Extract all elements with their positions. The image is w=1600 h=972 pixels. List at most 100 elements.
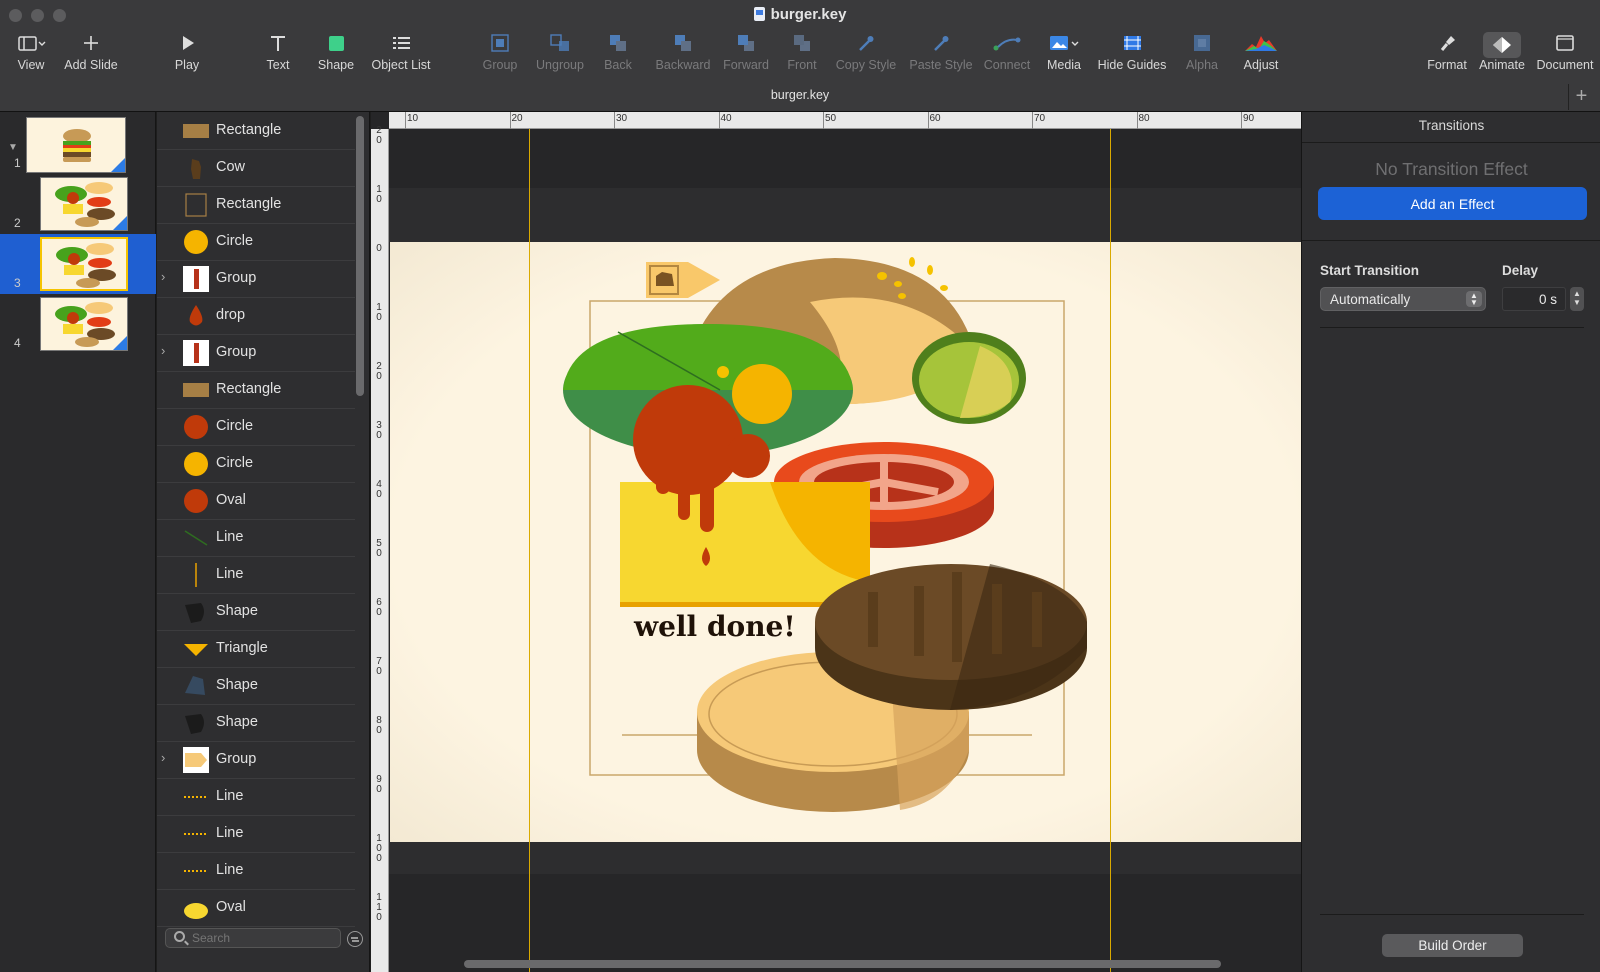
play-button[interactable]: Play [170,32,204,80]
small-yellow-dot[interactable] [717,366,729,378]
object-list-item[interactable]: Circle [157,223,355,261]
document-button[interactable]: Document [1534,32,1596,80]
alignment-guide[interactable] [529,129,530,972]
object-list-item[interactable]: Shape [157,667,355,705]
object-list-item[interactable]: Circle [157,408,355,446]
canvas-margin-bottom [389,842,1301,874]
object-list-item-label: Rectangle [216,122,282,138]
object-list-item[interactable]: Line [157,778,355,816]
object-list-item[interactable]: Cow [157,149,355,187]
object-list-item[interactable]: Oval [157,889,355,927]
chevron-right-icon[interactable]: › [161,343,165,358]
ungroup-label: Ungroup [536,58,584,72]
ungroup-button[interactable]: Ungroup [533,32,587,80]
object-thumbnail-icon [184,903,208,919]
hide-guides-button[interactable]: Hide Guides [1096,32,1168,80]
caption-text[interactable]: well done! [633,610,796,643]
forward-button[interactable]: Forward [720,32,772,80]
object-list-item-label: Triangle [216,640,268,656]
object-list-item[interactable]: Rectangle [157,371,355,409]
burger-patty[interactable] [815,564,1087,710]
object-list-item[interactable]: › Group [157,741,355,779]
object-list-scrollbar[interactable] [356,116,364,396]
slide-canvas[interactable]: 10 20 30 40 50 60 70 80 90 2 0 1 0 0 1 0 2 0 3 0 4 0 5 … [371,112,1301,972]
add-effect-button[interactable]: Add an Effect [1318,187,1587,220]
object-list-item[interactable]: Line [157,556,355,594]
animate-button[interactable]: Animate [1475,32,1529,80]
canvas-horizontal-scrollbar[interactable] [464,960,1221,968]
object-list-label: Object List [371,58,431,72]
backward-button[interactable]: Backward [651,32,715,80]
document-label: Document [1536,58,1594,72]
horizontal-ruler[interactable]: 10 20 30 40 50 60 70 80 90 [389,112,1301,129]
new-tab-plus-icon[interactable]: + [1568,84,1594,110]
paste-style-button[interactable]: Paste Style [905,32,977,80]
slide-preview [40,177,128,231]
slide-thumbnail-3[interactable]: 3 [0,234,156,294]
slide-3[interactable]: well done! [390,242,1301,842]
start-transition-value: Automatically [1330,292,1411,307]
object-list-button[interactable]: Object List [368,32,434,80]
canvas-margin-top [389,188,1301,242]
animate-diamond-icon [1483,32,1521,58]
slide-thumbnail-2[interactable]: 2 [0,174,156,234]
object-list-item[interactable]: Line [157,815,355,853]
object-list-item[interactable]: Shape [157,593,355,631]
object-list-item[interactable]: Oval [157,482,355,520]
object-list-item-label: Circle [216,233,254,249]
ruler-tick [823,112,824,129]
front-button[interactable]: Front [783,32,821,80]
shape-button[interactable]: Shape [315,32,357,80]
text-button[interactable]: Text [262,32,294,80]
copy-style-button[interactable]: Copy Style [832,32,900,80]
build-order-button[interactable]: Build Order [1382,934,1523,957]
alignment-guide[interactable] [1110,129,1111,972]
cow-flag-group[interactable] [646,262,720,298]
delay-stepper[interactable]: ▲ ▼ [1570,287,1584,311]
pickle-slice[interactable] [912,332,1026,424]
ruler-tick-label: 6 0 [376,597,382,618]
inspector-tab-transitions[interactable]: Transitions [1302,118,1600,133]
object-list-item[interactable]: Line [157,519,355,557]
chevron-right-icon[interactable]: › [161,269,165,284]
group-button[interactable]: Group [480,32,520,80]
object-list-item[interactable]: drop [157,297,355,335]
object-thumbnail-icon [184,833,208,835]
media-button[interactable]: Media [1045,32,1083,80]
alpha-label: Alpha [1186,58,1218,72]
slide-thumbnail-4[interactable]: 4 [0,294,156,354]
object-list-item[interactable]: Circle [157,445,355,483]
chevron-right-icon[interactable]: › [161,750,165,765]
ruler-tick-label: 3 0 [376,420,382,441]
object-list-item[interactable]: Shape [157,704,355,742]
object-list-item[interactable]: › Group [157,334,355,372]
alpha-button[interactable]: Alpha [1184,32,1220,80]
start-transition-select[interactable]: Automatically ▲ ▼ [1320,287,1486,311]
eyedropper-icon [832,32,900,58]
connect-button[interactable]: Connect [980,32,1034,80]
object-list-item[interactable]: Rectangle [157,186,355,224]
view-button[interactable]: View [14,32,48,80]
ruler-tick-label: 60 [929,113,941,124]
object-thumbnail-icon [183,266,209,292]
slide-thumbnail-1[interactable]: 1 [0,114,156,174]
object-list-item[interactable]: Line [157,852,355,890]
object-thumbnail-icon [184,530,208,546]
adjust-label: Adjust [1243,58,1279,72]
object-list-item[interactable]: › Group [157,260,355,298]
delay-field[interactable]: 0 s [1502,287,1566,311]
format-button[interactable]: Format [1425,32,1469,80]
paintbrush-icon [1425,32,1469,58]
object-search-input[interactable] [192,930,332,946]
connect-label: Connect [983,58,1031,72]
object-list-item[interactable]: Triangle [157,630,355,668]
adjust-button[interactable]: Adjust [1238,32,1284,80]
mustard-circle[interactable] [732,364,792,424]
filter-icon[interactable] [347,931,363,947]
object-list-item[interactable]: Rectangle [157,112,355,150]
vertical-ruler[interactable]: 2 0 1 0 0 1 0 2 0 3 0 4 0 5 0 6 0 7 0 8 0 9 0 1 0 0 1… [371,126,389,972]
add-slide-button[interactable]: Add Slide [62,32,120,80]
object-search-field[interactable] [165,928,341,948]
back-button[interactable]: Back [601,32,635,80]
ruler-tick-label: 7 0 [376,656,382,677]
